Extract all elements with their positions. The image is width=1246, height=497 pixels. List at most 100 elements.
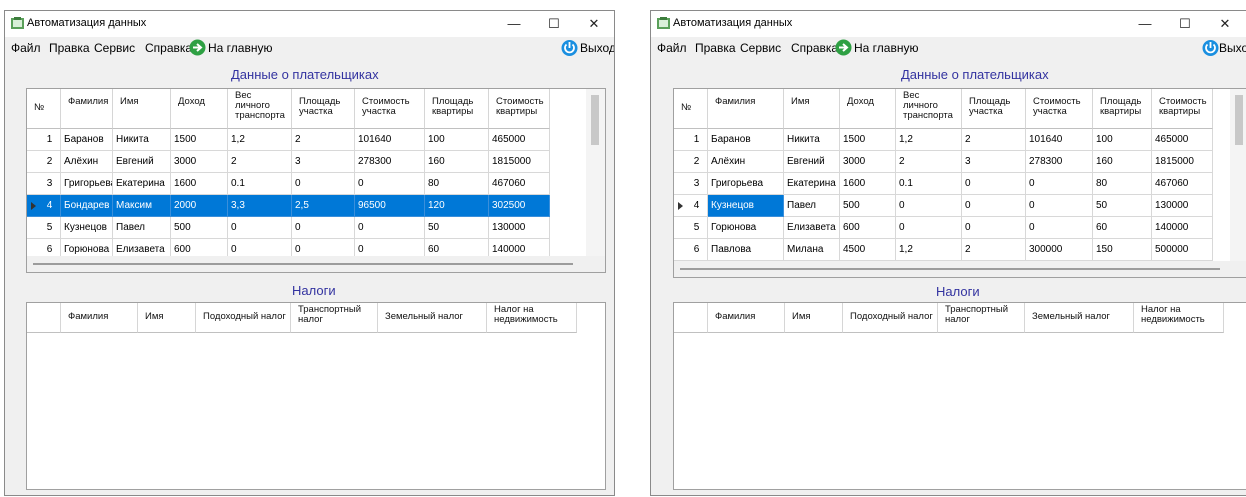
tax-column-header-6[interactable]: Налог на недвижимость [1134, 303, 1224, 333]
table-cell-flat-cost[interactable]: 130000 [489, 217, 550, 239]
menu-file[interactable]: Файл [657, 41, 687, 55]
table-cell-firstname[interactable]: Екатерина [113, 173, 171, 195]
column-header-lastname[interactable]: Фамилия [708, 89, 784, 129]
tax-column-header-3[interactable]: Подоходный налог [843, 303, 938, 333]
menu-edit[interactable]: Правка [695, 41, 736, 55]
table-cell-income[interactable]: 4500 [840, 239, 896, 261]
table-cell-plot-area[interactable]: 2 [292, 129, 355, 151]
table-cell-flat-area[interactable]: 150 [1093, 239, 1152, 261]
maximize-button[interactable]: ☐ [1165, 11, 1205, 37]
column-header-plot-area[interactable]: Площадь участка [962, 89, 1026, 129]
table-cell-firstname[interactable]: Евгений [113, 151, 171, 173]
row-number[interactable]: 5 [27, 217, 61, 239]
tax-column-header-4[interactable]: Транспортный налог [291, 303, 378, 333]
table-cell-vehicle-weight[interactable]: 1,2 [228, 129, 292, 151]
table-cell-income[interactable]: 1600 [840, 173, 896, 195]
table-cell-lastname[interactable]: Баранов [708, 129, 784, 151]
table-cell-plot-cost[interactable]: 0 [1026, 195, 1093, 217]
table-cell-lastname[interactable]: Алёхин [708, 151, 784, 173]
table-cell-firstname[interactable]: Павел [784, 195, 840, 217]
home-button[interactable]: На главную [854, 41, 918, 55]
table-cell-plot-area[interactable]: 0 [292, 173, 355, 195]
row-number[interactable]: 3 [674, 173, 708, 195]
table-cell-plot-cost[interactable]: 101640 [1026, 129, 1093, 151]
table-cell-flat-cost[interactable]: 1815000 [1152, 151, 1213, 173]
column-header-plot-cost[interactable]: Стоимость участка [1026, 89, 1093, 129]
table-cell-plot-cost[interactable]: 278300 [1026, 151, 1093, 173]
vertical-scrollbar[interactable] [586, 89, 605, 256]
maximize-button[interactable]: ☐ [534, 11, 574, 37]
table-cell-income[interactable]: 2000 [171, 195, 228, 217]
menu-edit[interactable]: Правка [49, 41, 90, 55]
menu-help[interactable]: Справка [145, 41, 192, 55]
column-header-income[interactable]: Доход [171, 89, 228, 129]
minimize-button[interactable]: — [1125, 11, 1165, 37]
vertical-scrollbar-thumb[interactable] [591, 95, 599, 145]
table-cell-income[interactable]: 1500 [840, 129, 896, 151]
table-cell-plot-area[interactable]: 3 [962, 151, 1026, 173]
taxes-table[interactable]: Фамилия Имя Подоходный налог Транспортный н… [673, 302, 1246, 490]
payers-table[interactable]: № Фамилия Имя Доход Вес личного транспорта Пл… [673, 88, 1246, 278]
arrow-right-icon[interactable] [835, 39, 852, 56]
table-cell-firstname[interactable]: Елизавета [784, 217, 840, 239]
table-cell-lastname[interactable]: Григорьева [708, 173, 784, 195]
table-cell-plot-cost[interactable]: 0 [355, 173, 425, 195]
table-cell-vehicle-weight[interactable]: 0 [896, 195, 962, 217]
home-button[interactable]: На главную [208, 41, 272, 55]
row-number[interactable]: 2 [27, 151, 61, 173]
tax-column-header-6[interactable]: Налог на недвижимость [487, 303, 577, 333]
column-header-income[interactable]: Доход [840, 89, 896, 129]
table-cell-flat-cost[interactable]: 500000 [1152, 239, 1213, 261]
vertical-scrollbar-thumb[interactable] [1235, 95, 1243, 145]
table-cell-plot-cost[interactable]: 0 [355, 217, 425, 239]
table-cell-vehicle-weight[interactable]: 2 [896, 151, 962, 173]
table-cell-lastname[interactable]: Григорьева [61, 173, 113, 195]
table-cell-income[interactable]: 3000 [840, 151, 896, 173]
table-cell-flat-cost[interactable]: 1815000 [489, 151, 550, 173]
tax-column-header-2[interactable]: Имя [138, 303, 196, 333]
table-cell-flat-cost[interactable]: 130000 [1152, 195, 1213, 217]
table-cell-flat-area[interactable]: 160 [1093, 151, 1152, 173]
row-number[interactable]: 1 [674, 129, 708, 151]
taxes-table[interactable]: Фамилия Имя Подоходный налог Транспортный н… [26, 302, 606, 490]
column-header-flat-cost[interactable]: Стоимость квартиры [1152, 89, 1213, 129]
table-cell-plot-area[interactable]: 2 [962, 239, 1026, 261]
column-header-plot-cost[interactable]: Стоимость участка [355, 89, 425, 129]
table-cell-plot-area[interactable]: 0 [962, 217, 1026, 239]
table-cell-firstname[interactable]: Никита [784, 129, 840, 151]
table-cell-flat-cost[interactable]: 467060 [1152, 173, 1213, 195]
table-cell-income[interactable]: 1600 [171, 173, 228, 195]
column-header-firstname[interactable]: Имя [113, 89, 171, 129]
menu-file[interactable]: Файл [11, 41, 41, 55]
horizontal-scrollbar-thumb[interactable] [33, 263, 573, 265]
table-cell-flat-area[interactable]: 50 [1093, 195, 1152, 217]
tax-column-header-5[interactable]: Земельный налог [1025, 303, 1134, 333]
table-cell-vehicle-weight[interactable]: 0 [896, 217, 962, 239]
table-cell-lastname[interactable]: Баранов [61, 129, 113, 151]
table-cell-flat-area[interactable]: 100 [425, 129, 489, 151]
table-cell-lastname[interactable]: Горюнова [708, 217, 784, 239]
table-cell-firstname[interactable]: Милана [784, 239, 840, 261]
tax-column-header-3[interactable]: Подоходный налог [196, 303, 291, 333]
horizontal-scrollbar-thumb[interactable] [680, 268, 1220, 270]
row-number[interactable]: 1 [27, 129, 61, 151]
table-cell-flat-area[interactable]: 160 [425, 151, 489, 173]
payers-table[interactable]: № Фамилия Имя Доход Вес личного транспорта Пл… [26, 88, 606, 273]
table-cell-flat-cost[interactable]: 140000 [1152, 217, 1213, 239]
table-cell-flat-area[interactable]: 80 [425, 173, 489, 195]
tax-column-header-2[interactable]: Имя [785, 303, 843, 333]
table-cell-flat-area[interactable]: 50 [425, 217, 489, 239]
tax-column-header-1[interactable]: Фамилия [61, 303, 138, 333]
table-cell-income[interactable]: 600 [840, 217, 896, 239]
table-cell-firstname[interactable]: Максим [113, 195, 171, 217]
table-cell-flat-area[interactable]: 120 [425, 195, 489, 217]
table-cell-vehicle-weight[interactable]: 0.1 [228, 173, 292, 195]
column-header-flat-area[interactable]: Площадь квартиры [1093, 89, 1152, 129]
table-cell-lastname[interactable]: Алёхин [61, 151, 113, 173]
minimize-button[interactable]: — [494, 11, 534, 37]
table-cell-flat-cost[interactable]: 465000 [1152, 129, 1213, 151]
table-cell-vehicle-weight[interactable]: 0 [228, 217, 292, 239]
table-cell-plot-cost[interactable]: 278300 [355, 151, 425, 173]
table-cell-plot-area[interactable]: 3 [292, 151, 355, 173]
table-cell-vehicle-weight[interactable]: 0.1 [896, 173, 962, 195]
